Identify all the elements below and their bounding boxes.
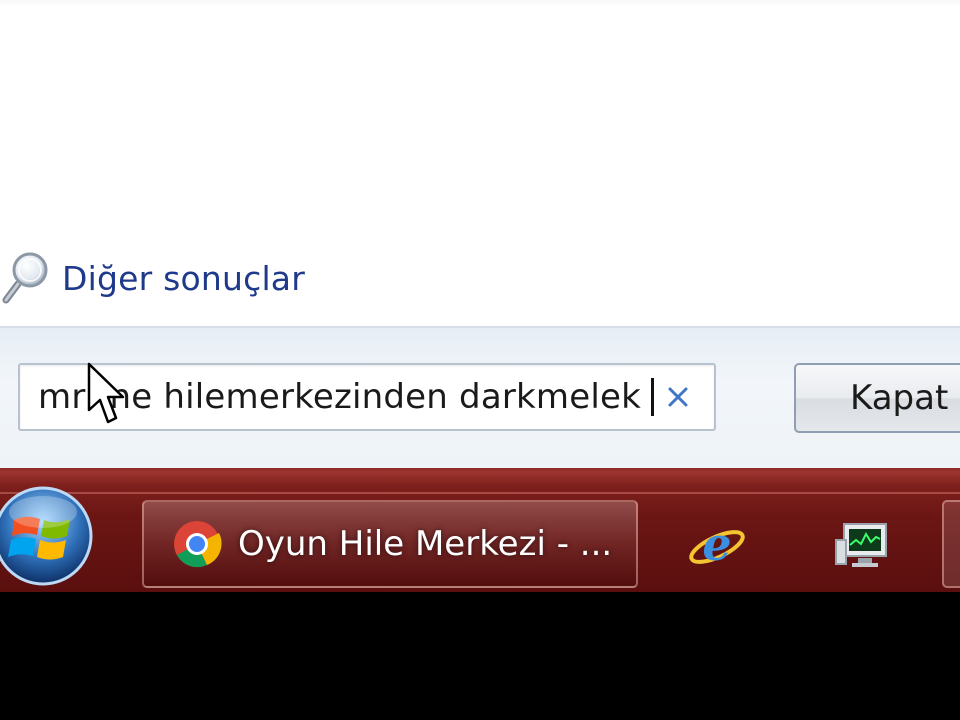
clear-search-icon[interactable] xyxy=(662,381,694,413)
search-input[interactable]: mr ne hilemerkezinden darkmelek xyxy=(18,363,716,431)
search-results-panel: Diğer sonuçlar xyxy=(0,0,960,328)
search-input-value: mr ne hilemerkezinden darkmelek xyxy=(38,377,655,417)
more-results-link[interactable]: Diğer sonuçlar xyxy=(2,250,305,306)
taskbar-highlight xyxy=(0,492,960,494)
taskbar-overflow-button[interactable] xyxy=(942,500,960,588)
task-monitor-icon[interactable] xyxy=(834,520,892,572)
start-menu: Diğer sonuçlar mr ne hilemerkezinden dark… xyxy=(0,0,960,468)
svg-text:e: e xyxy=(702,517,731,571)
close-button[interactable]: Kapat xyxy=(794,363,960,433)
windows-start-orb[interactable] xyxy=(0,482,96,590)
taskbar-window-title: Oyun Hile Merkezi - ... xyxy=(238,524,613,564)
taskbar-chrome-window[interactable]: Oyun Hile Merkezi - ... xyxy=(142,500,638,588)
internet-explorer-icon[interactable]: e xyxy=(686,514,748,576)
magnifier-icon xyxy=(2,252,48,304)
chrome-icon xyxy=(174,521,222,568)
text-caret xyxy=(651,378,655,416)
more-results-label: Diğer sonuçlar xyxy=(62,258,306,298)
